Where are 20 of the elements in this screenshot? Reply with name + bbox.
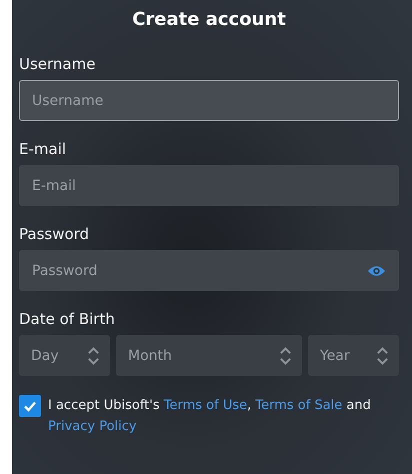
select-field[interactable]: Month xyxy=(116,335,302,376)
input-field[interactable]: Username xyxy=(19,80,399,121)
select-field[interactable]: Year xyxy=(308,335,399,376)
form-title: Create account xyxy=(131,8,287,32)
up-down-chevron-icon xyxy=(87,344,100,366)
up-down-chevron-icon xyxy=(376,344,389,366)
checkbox[interactable] xyxy=(19,395,41,417)
field-label: Date of Birth xyxy=(19,309,116,329)
field-label: Password xyxy=(19,224,90,244)
field-label: Username xyxy=(19,54,96,74)
policy-link[interactable]: Terms of Sale xyxy=(255,398,342,413)
password-field[interactable]: Password xyxy=(19,250,399,291)
eye-icon[interactable] xyxy=(367,264,386,278)
select-field[interactable]: Day xyxy=(19,335,110,376)
input-field[interactable]: E-mail xyxy=(19,165,399,206)
field-label: E-mail xyxy=(19,139,68,159)
up-down-chevron-icon xyxy=(279,344,292,366)
consent-text: I accept Ubisoft's Terms of Use, Terms of Sale and Privacy Policy xyxy=(48,397,372,436)
policy-link[interactable]: Privacy Policy xyxy=(48,419,137,434)
policy-link[interactable]: Terms of Use xyxy=(164,398,248,413)
